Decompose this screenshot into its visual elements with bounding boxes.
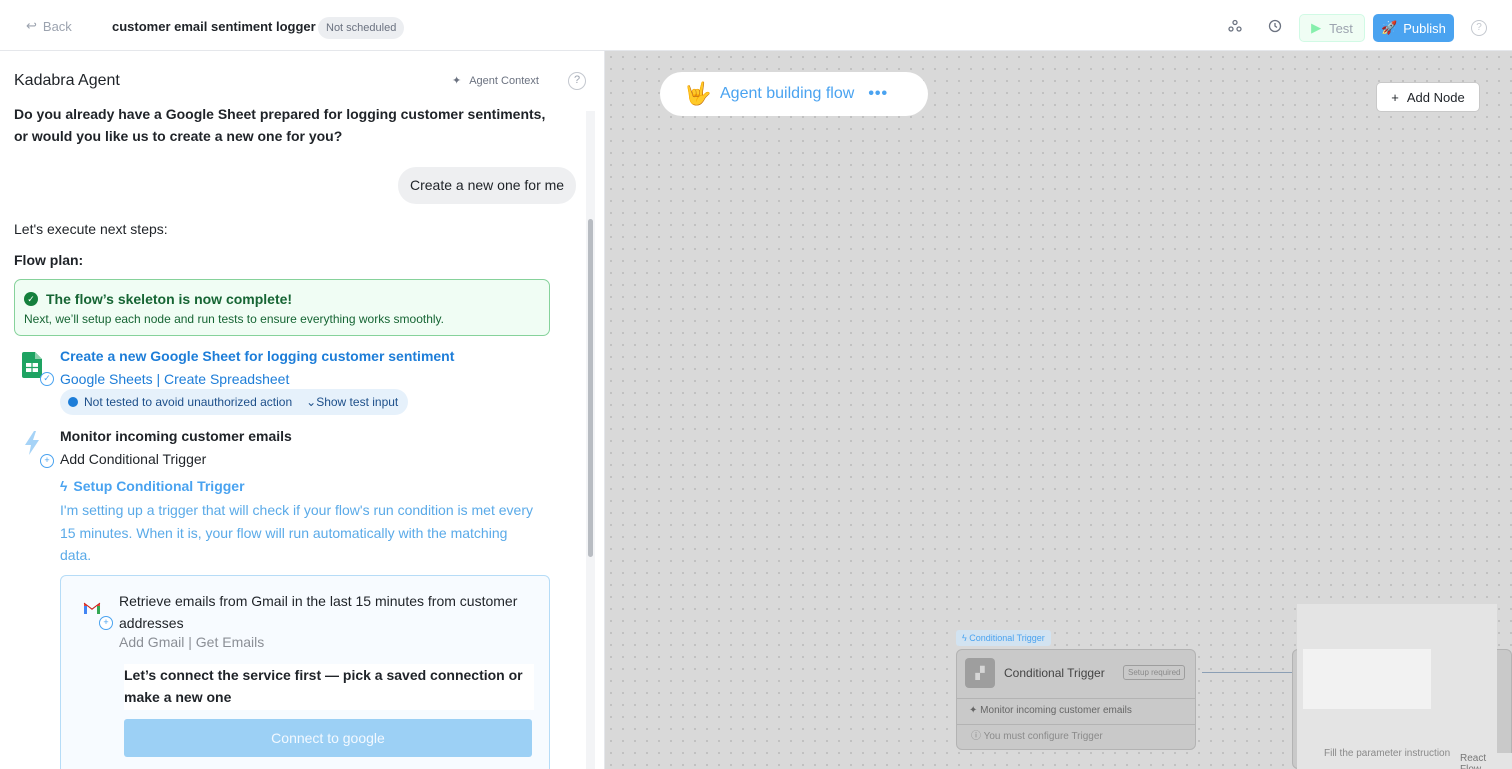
step-subtitle: Add Conditional Trigger bbox=[60, 451, 207, 467]
trigger-node-icon: ▞ bbox=[965, 658, 995, 688]
test-button[interactable]: ▶ Test bbox=[1299, 14, 1365, 42]
hand-icon: 🤟 bbox=[684, 81, 712, 106]
node-type-tag: ϟ Conditional Trigger bbox=[956, 630, 1051, 646]
webhook-icon[interactable] bbox=[1226, 17, 1244, 35]
minimap[interactable] bbox=[1297, 604, 1497, 769]
checked-badge-icon: ✓ bbox=[40, 372, 54, 386]
gmail-step-title: Retrieve emails from Gmail in the last 1… bbox=[119, 593, 518, 631]
loading-dots-icon: ••• bbox=[868, 85, 889, 102]
agent-question: Do you already have a Google Sheet prepa… bbox=[14, 106, 546, 144]
step-subtitle[interactable]: Google Sheets | Create Spreadsheet bbox=[60, 371, 289, 387]
agent-panel: Kadabra Agent ✦ Agent Context ? Do you a… bbox=[0, 51, 605, 769]
minimap-viewport[interactable] bbox=[1303, 649, 1431, 709]
agent-context-label: Agent Context bbox=[469, 74, 539, 87]
setup-trigger-title: Setup Conditional Trigger bbox=[73, 478, 245, 494]
back-arrow-icon: ↩ bbox=[26, 18, 37, 33]
flow-canvas[interactable]: 🤟 Agent building flow ••• + Add Node ϟ C… bbox=[605, 51, 1512, 769]
success-subtitle: Next, we’ll setup each node and run test… bbox=[24, 312, 444, 326]
success-banner: ✓ The flow’s skeleton is now complete! N… bbox=[14, 279, 550, 336]
top-bar: ↩ Back customer email sentiment logger N… bbox=[0, 0, 1512, 51]
google-sheets-icon bbox=[22, 352, 42, 378]
schedule-badge[interactable]: Not scheduled bbox=[318, 17, 405, 39]
setup-required-badge: Setup required bbox=[1123, 665, 1186, 680]
history-icon[interactable] bbox=[1266, 17, 1284, 35]
test-status-pill: Not tested to avoid unauthorized action … bbox=[60, 389, 409, 415]
panel-title: Kadabra Agent bbox=[14, 72, 120, 89]
flow-plan-label: Flow plan: bbox=[14, 252, 84, 268]
plan-step: + Monitor incoming customer emails Add C… bbox=[14, 428, 554, 478]
node-warning: ⓘ You must configure Trigger bbox=[957, 724, 1195, 749]
react-flow-attribution[interactable]: React Flow bbox=[1457, 753, 1512, 769]
publish-label: Publish bbox=[1403, 20, 1446, 36]
user-message: Create a new one for me bbox=[398, 167, 577, 204]
node-edge bbox=[1202, 672, 1294, 673]
show-test-input-toggle[interactable]: ⌄Show test input bbox=[306, 395, 398, 409]
node-title: Conditional Trigger bbox=[1004, 666, 1105, 680]
agent-building-pill: 🤟 Agent building flow ••• bbox=[660, 72, 928, 116]
sparkle-icon: ✦ bbox=[452, 75, 462, 87]
setup-trigger-description: I'm setting up a trigger that will check… bbox=[60, 502, 533, 563]
bolt-icon: ϟ bbox=[60, 478, 68, 494]
add-badge-icon: + bbox=[40, 454, 54, 468]
back-button[interactable]: ↩ Back bbox=[26, 18, 72, 34]
next-node-warning: Fill the parameter instruction bbox=[1324, 748, 1451, 759]
node-description-text: Monitor incoming customer emails bbox=[980, 705, 1132, 716]
publish-button[interactable]: 🚀 Publish bbox=[1373, 14, 1454, 42]
add-node-label: Add Node bbox=[1406, 89, 1465, 105]
flow-title[interactable]: customer email sentiment logger bbox=[112, 19, 316, 34]
step-title: Monitor incoming customer emails bbox=[60, 428, 292, 444]
next-steps-text: Let's execute next steps: bbox=[14, 221, 168, 237]
node-warning-text: You must configure Trigger bbox=[983, 731, 1103, 742]
check-circle-icon: ✓ bbox=[24, 292, 38, 306]
connect-google-button[interactable]: Connect to google bbox=[124, 719, 532, 757]
show-test-input-label: Show test input bbox=[316, 395, 399, 409]
test-label: Test bbox=[1329, 20, 1353, 36]
agent-context-button[interactable]: ✦ Agent Context bbox=[452, 74, 539, 88]
help-icon[interactable]: ? bbox=[1471, 20, 1487, 36]
play-icon: ▶ bbox=[1311, 20, 1322, 35]
lightning-icon bbox=[22, 430, 42, 456]
info-dot-icon bbox=[68, 397, 78, 407]
node-type-tag-label: Conditional Trigger bbox=[969, 633, 1045, 643]
success-title: The flow’s skeleton is now complete! bbox=[46, 291, 293, 307]
back-label: Back bbox=[42, 18, 72, 34]
gmail-step-subtitle: Add Gmail | Get Emails bbox=[119, 634, 265, 650]
node-description: ✦ Monitor incoming customer emails bbox=[957, 698, 1195, 723]
conditional-trigger-node[interactable]: ▞ Conditional Trigger Setup required ✦ M… bbox=[956, 649, 1196, 750]
panel-help-icon[interactable]: ? bbox=[568, 72, 586, 90]
gmail-icon bbox=[83, 601, 101, 615]
scrollbar-thumb[interactable] bbox=[588, 219, 593, 557]
rocket-icon: 🚀 bbox=[1381, 20, 1398, 35]
setup-trigger-heading: ϟ Setup Conditional Trigger bbox=[60, 478, 245, 494]
add-badge-icon: + bbox=[99, 616, 113, 630]
connect-note: Let’s connect the service first — pick a… bbox=[124, 664, 534, 710]
gmail-step-card: + Retrieve emails from Gmail in the last… bbox=[60, 575, 550, 769]
step-title[interactable]: Create a new Google Sheet for logging cu… bbox=[60, 348, 454, 364]
agent-building-label: Agent building flow bbox=[720, 85, 855, 102]
plus-icon: + bbox=[1391, 89, 1399, 105]
test-status-text: Not tested to avoid unauthorized action bbox=[84, 395, 293, 409]
add-node-button[interactable]: + Add Node bbox=[1376, 82, 1480, 112]
